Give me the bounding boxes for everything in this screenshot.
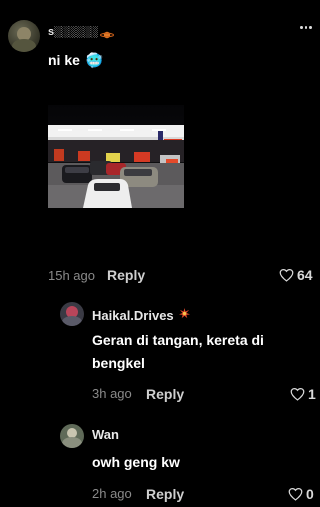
- heart-icon: [288, 487, 303, 501]
- like-count: 64: [297, 267, 313, 283]
- like-button[interactable]: 1: [290, 386, 316, 402]
- username[interactable]: Wan: [92, 427, 119, 442]
- burst-icon: [178, 306, 190, 324]
- like-button[interactable]: 0: [288, 486, 314, 502]
- reply-button[interactable]: Reply: [146, 486, 184, 502]
- username[interactable]: Haikal.Drives: [92, 308, 174, 323]
- heart-icon: [290, 387, 305, 401]
- timestamp: 15h ago: [48, 268, 95, 283]
- like-button[interactable]: 64: [279, 267, 313, 283]
- timestamp: 3h ago: [92, 386, 132, 401]
- heart-icon: [279, 268, 294, 282]
- cold-face-emoji: 🥶: [85, 52, 104, 68]
- reply-button[interactable]: Reply: [107, 267, 145, 283]
- like-count: 1: [308, 386, 316, 402]
- reply-text: owh geng kw: [92, 454, 180, 470]
- reply-button[interactable]: Reply: [146, 386, 184, 402]
- timestamp: 2h ago: [92, 486, 132, 501]
- more-options-icon[interactable]: [300, 26, 313, 32]
- avatar[interactable]: [60, 302, 84, 326]
- reply-text: Geran di tangan, kereta di bengkel: [92, 332, 264, 371]
- avatar[interactable]: [8, 20, 40, 52]
- planet-icon: [100, 27, 115, 39]
- avatar[interactable]: [60, 424, 84, 448]
- comment-text: ni ke: [48, 52, 80, 68]
- like-count: 0: [306, 486, 314, 502]
- petrol-station-photo[interactable]: [48, 105, 184, 208]
- username[interactable]: s░░░░░░: [48, 26, 98, 38]
